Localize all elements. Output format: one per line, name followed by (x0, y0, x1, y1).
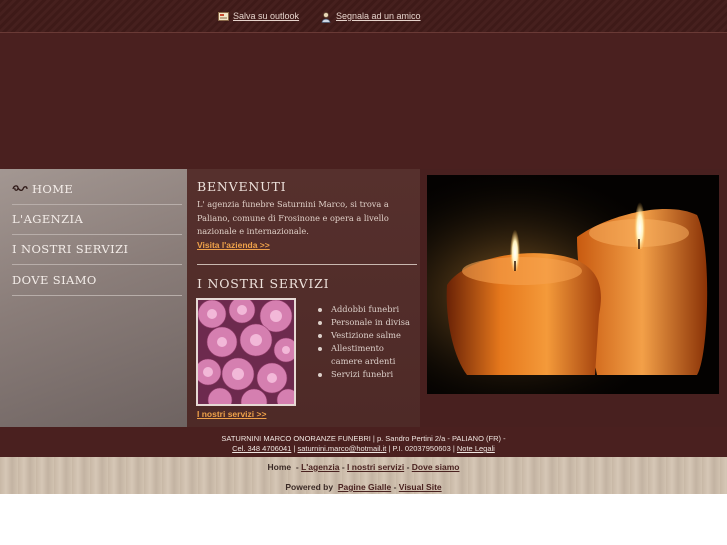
sidebar-item-label: HOME (32, 182, 74, 196)
footer-info: SATURNINI MARCO ONORANZE FUNEBRI | p. Sa… (0, 427, 727, 457)
sidebar-item-label: I NOSTRI SERVIZI (12, 242, 129, 256)
recommend-label: Segnala ad un amico (336, 11, 421, 21)
candles-image (427, 175, 719, 394)
legal-notes-link[interactable]: Note Legali (457, 444, 495, 453)
sidebar-nav: HOME L'AGENZIA I NOSTRI SERVIZI DOVE SIA… (0, 169, 187, 427)
services-list: Addobbi funebri Personale in divisa Vest… (311, 303, 411, 381)
list-item: Allestimento camere ardenti (311, 342, 411, 368)
phone-link[interactable]: Cel. 348 4706041 (232, 444, 291, 453)
outlook-icon (218, 11, 229, 21)
bottom-nav: Home - L'agenzia - I nostri servizi - Do… (267, 462, 460, 472)
page: Salva su outlook Segnala ad un amico HOM… (0, 0, 727, 545)
list-item: Servizi funebri (311, 368, 411, 381)
bottom-nav-where[interactable]: Dove siamo (412, 462, 460, 472)
sidebar-item-services[interactable]: I NOSTRI SERVIZI (12, 234, 182, 265)
swirl-icon (12, 182, 28, 197)
sidebar-item-agency[interactable]: L'AGENZIA (12, 204, 182, 235)
pagine-gialle-link[interactable]: Pagine Gialle (338, 482, 391, 492)
welcome-title: BENVENUTI (197, 179, 287, 194)
services-title: I NOSTRI SERVIZI (197, 276, 330, 291)
welcome-text: L' agenzia funebre Saturnini Marco, si t… (197, 199, 389, 236)
user-icon (321, 11, 332, 23)
visual-site-link[interactable]: Visual Site (399, 482, 442, 492)
list-item: Vestizione salme (311, 329, 411, 342)
sidebar-item-label: L'AGENZIA (12, 212, 84, 226)
services-link[interactable]: I nostri servizi >> (197, 409, 266, 419)
header-banner (0, 33, 727, 169)
sidebar-item-home[interactable]: HOME (12, 174, 182, 205)
powered-by-label: Powered by (285, 482, 334, 492)
recommend-link[interactable]: Segnala ad un amico (321, 11, 421, 23)
sidebar-item-where[interactable]: DOVE SIAMO (12, 265, 182, 296)
email-link[interactable]: saturnini.marco@hotmail.it (297, 444, 386, 453)
content-column: BENVENUTI L' agenzia funebre Saturnini M… (187, 169, 420, 427)
flowers-image (196, 298, 296, 406)
bottom-nav-home[interactable]: Home (268, 462, 292, 472)
save-outlook-label: Salva su outlook (233, 11, 300, 21)
footer-contacts: Cel. 348 4706041 | saturnini.marco@hotma… (0, 444, 727, 453)
separator: - (393, 482, 397, 492)
visit-agency-link[interactable]: Visita l'azienda >> (197, 240, 270, 250)
sidebar-item-label: DOVE SIAMO (12, 273, 97, 287)
section-divider (197, 264, 417, 265)
vat-number: | P.I. 02037950603 | (386, 444, 457, 453)
save-outlook-link[interactable]: Salva su outlook (218, 11, 299, 21)
top-bar: Salva su outlook Segnala ad un amico (0, 0, 727, 33)
powered-by: Powered by Pagine Gialle - Visual Site (0, 482, 727, 492)
list-item: Addobbi funebri (311, 303, 411, 316)
bottom-bar: Home - L'agenzia - I nostri servizi - Do… (0, 457, 727, 494)
company-address: SATURNINI MARCO ONORANZE FUNEBRI | p. Sa… (221, 434, 506, 443)
bottom-nav-agency[interactable]: L'agenzia (301, 462, 339, 472)
bottom-nav-services[interactable]: I nostri servizi (347, 462, 404, 472)
list-item: Personale in divisa (311, 316, 411, 329)
